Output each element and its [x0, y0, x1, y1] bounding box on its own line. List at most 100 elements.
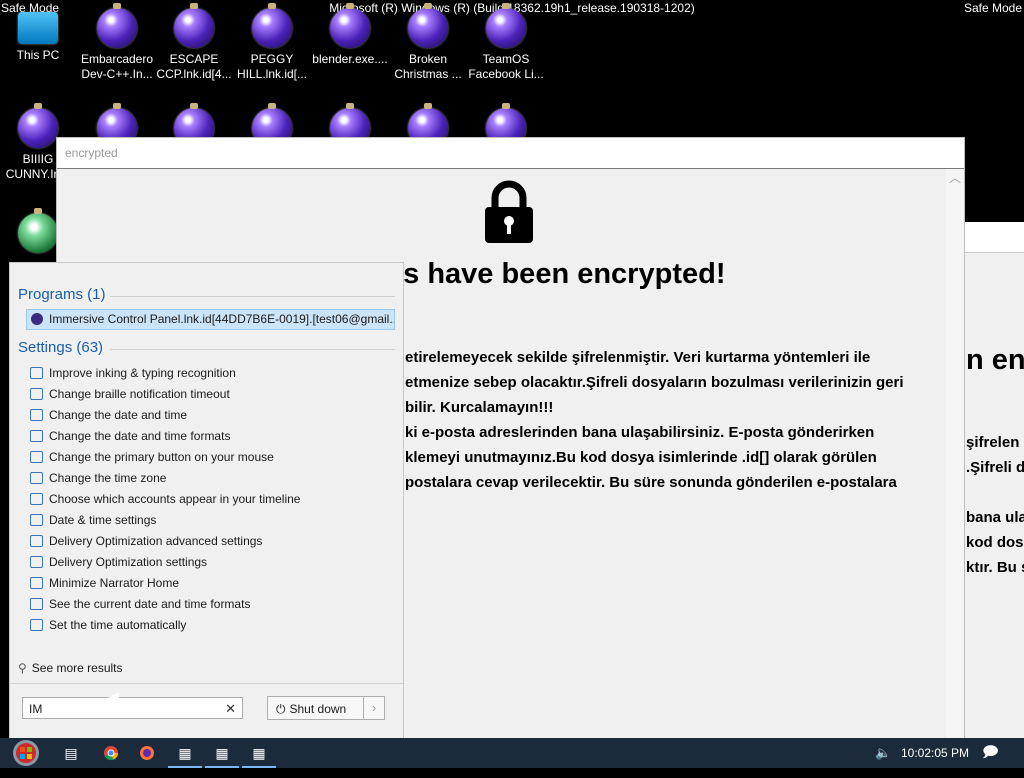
- settings-item[interactable]: Change the date and time formats: [30, 426, 230, 447]
- safe-mode-label: Safe Mode: [963, 1, 1022, 15]
- desktop-icon-file[interactable]: Broken Christmas ...: [390, 0, 466, 82]
- settings-item[interactable]: Change the time zone: [30, 468, 166, 489]
- ransom-text-line: klemeyi unutmayınız.Bu kod dosya isimler…: [405, 449, 877, 466]
- shutdown-options-button[interactable]: ›: [363, 696, 385, 720]
- start-menu-search-panel[interactable]: Programs (1) Immersive Control Panel.lnk…: [9, 262, 404, 740]
- settings-icon: [30, 534, 43, 547]
- app-taskbar-button[interactable]: ▦: [242, 738, 276, 768]
- desktop-icon-label: TeamOS Facebook Li...: [468, 52, 544, 81]
- desktop-icon-file[interactable]: TeamOS Facebook Li...: [468, 0, 544, 82]
- settings-icon: [30, 513, 43, 526]
- settings-item[interactable]: Set the time automatically: [30, 615, 186, 636]
- settings-item[interactable]: Change braille notification timeout: [30, 384, 230, 405]
- desktop-icon-file[interactable]: ESCAPE CCP.lnk.id[4...: [156, 0, 232, 82]
- desktop-icon-file[interactable]: PEGGY HILL.lnk.id[...: [234, 0, 310, 82]
- settings-icon: [30, 408, 43, 421]
- shutdown-label: Shut down: [289, 702, 347, 716]
- settings-item-label: Minimize Narrator Home: [49, 576, 180, 590]
- recycle-bin-icon: [18, 208, 58, 253]
- settings-item[interactable]: Delivery Optimization settings: [30, 552, 207, 573]
- settings-icon: [30, 492, 43, 505]
- clear-icon[interactable]: ✕: [225, 698, 236, 720]
- ransom-text-line: ki e-posta adreslerinden bana ulaşabilir…: [405, 424, 875, 441]
- encrypted-file-icon: [174, 3, 214, 48]
- shutdown-button[interactable]: ⏻ Shut down: [267, 696, 365, 720]
- settings-item-label: Change the time zone: [49, 471, 167, 485]
- task-view-icon: ▤: [64, 745, 78, 761]
- power-icon: ⏻: [276, 702, 286, 716]
- start-button[interactable]: [6, 738, 46, 768]
- background-window-line: kod dos: [966, 534, 1024, 551]
- chrome-icon: [104, 746, 119, 761]
- desktop-icon-file[interactable]: Embarcadero Dev-C++.In...: [79, 0, 155, 82]
- see-more-results-link[interactable]: ⚲ See more results: [18, 661, 123, 675]
- search-input[interactable]: IM ✕: [22, 697, 243, 719]
- settings-item[interactable]: Change the primary button on your mouse: [30, 447, 274, 468]
- settings-item[interactable]: Choose which accounts appear in your tim…: [30, 489, 300, 510]
- settings-item[interactable]: Minimize Narrator Home: [30, 573, 179, 594]
- chrome-taskbar-button[interactable]: [94, 738, 128, 768]
- background-window[interactable]: [964, 222, 1024, 738]
- settings-item-label: See the current date and time formats: [49, 597, 251, 611]
- search-icon: ⚲: [18, 661, 27, 675]
- encrypted-file-icon: [330, 3, 370, 48]
- volume-icon[interactable]: 🔈: [875, 738, 891, 768]
- settings-icon: [30, 597, 43, 610]
- desktop-icon-label: Embarcadero Dev-C++.In...: [80, 52, 154, 81]
- settings-item-label: Date & time settings: [49, 513, 157, 527]
- settings-item-label: Choose which accounts appear in your tim…: [49, 492, 301, 506]
- desktop-icon-this-pc[interactable]: This PC: [0, 0, 76, 63]
- program-result-item[interactable]: Immersive Control Panel.lnk.id[44DD7B6E-…: [26, 309, 395, 330]
- settings-icon: [30, 618, 43, 631]
- settings-icon: [30, 576, 43, 589]
- see-more-label: See more results: [31, 661, 123, 675]
- programs-header: Programs (1): [18, 286, 106, 303]
- app-taskbar-button[interactable]: ▦: [205, 738, 239, 768]
- windows-orb-icon: [13, 740, 39, 766]
- notifications-icon[interactable]: 🗩: [982, 738, 999, 768]
- window-title[interactable]: encrypted: [57, 138, 964, 169]
- background-window-line: şifrelen: [966, 434, 1020, 451]
- settings-item-label: Change the primary button on your mouse: [49, 450, 274, 464]
- settings-icon: [30, 366, 43, 379]
- search-input-value: IM: [29, 702, 43, 716]
- app-window-icon: ▦: [215, 745, 229, 761]
- encrypted-file-icon: [252, 3, 292, 48]
- desktop-icon-label: This PC: [16, 48, 60, 62]
- settings-item-label: Set the time automatically: [49, 618, 187, 632]
- scrollbar[interactable]: ︿: [946, 169, 964, 739]
- settings-icon: [30, 471, 43, 484]
- desktop-icon-file[interactable]: blender.exe....: [312, 0, 388, 67]
- encrypted-file-icon: [18, 103, 58, 148]
- background-window-line: .Şifreli d: [966, 459, 1024, 476]
- firefox-icon: [140, 746, 154, 760]
- taskbar: ▤ ▦ ▦ ▦ 🔈 10:02:05 PM 🗩: [0, 738, 1024, 768]
- settings-item-label: Change the date and time: [49, 408, 188, 422]
- settings-item-label: Change braille notification timeout: [49, 387, 230, 401]
- settings-item[interactable]: Change the date and time: [30, 405, 187, 426]
- desktop-icon-label: Broken Christmas ...: [394, 52, 462, 81]
- task-view-button[interactable]: ▤: [54, 738, 88, 768]
- taskbar-clock[interactable]: 10:02:05 PM: [901, 738, 969, 768]
- settings-item[interactable]: See the current date and time formats: [30, 594, 250, 615]
- padlock-icon: [485, 180, 533, 243]
- program-result-label: Immersive Control Panel.lnk.id[44DD7B6E-…: [49, 312, 395, 326]
- app-taskbar-button[interactable]: ▦: [168, 738, 202, 768]
- settings-item[interactable]: Delivery Optimization advanced settings: [30, 531, 262, 552]
- encrypted-file-icon: [486, 3, 526, 48]
- settings-icon: [30, 555, 43, 568]
- background-window-heading: n enc: [966, 344, 1024, 376]
- control-panel-icon: [31, 312, 43, 325]
- desktop-icon-label: ESCAPE CCP.lnk.id[4...: [156, 52, 232, 81]
- app-window-icon: ▦: [252, 745, 266, 761]
- ransom-text-line: etmenize sebep olacaktır.Şifreli dosyala…: [405, 374, 904, 391]
- scroll-up-icon[interactable]: ︿: [949, 171, 961, 185]
- desktop-icon-label: blender.exe....: [312, 52, 388, 66]
- settings-item[interactable]: Improve inking & typing recognition: [30, 363, 236, 384]
- desktop-icon-label: PEGGY HILL.lnk.id[...: [236, 52, 308, 81]
- settings-icon: [30, 450, 43, 463]
- firefox-taskbar-button[interactable]: [130, 738, 164, 768]
- ransom-text-line: bilir. Kurcalamayın!!!: [405, 399, 554, 416]
- encrypted-file-icon: [408, 3, 448, 48]
- settings-item[interactable]: Date & time settings: [30, 510, 156, 531]
